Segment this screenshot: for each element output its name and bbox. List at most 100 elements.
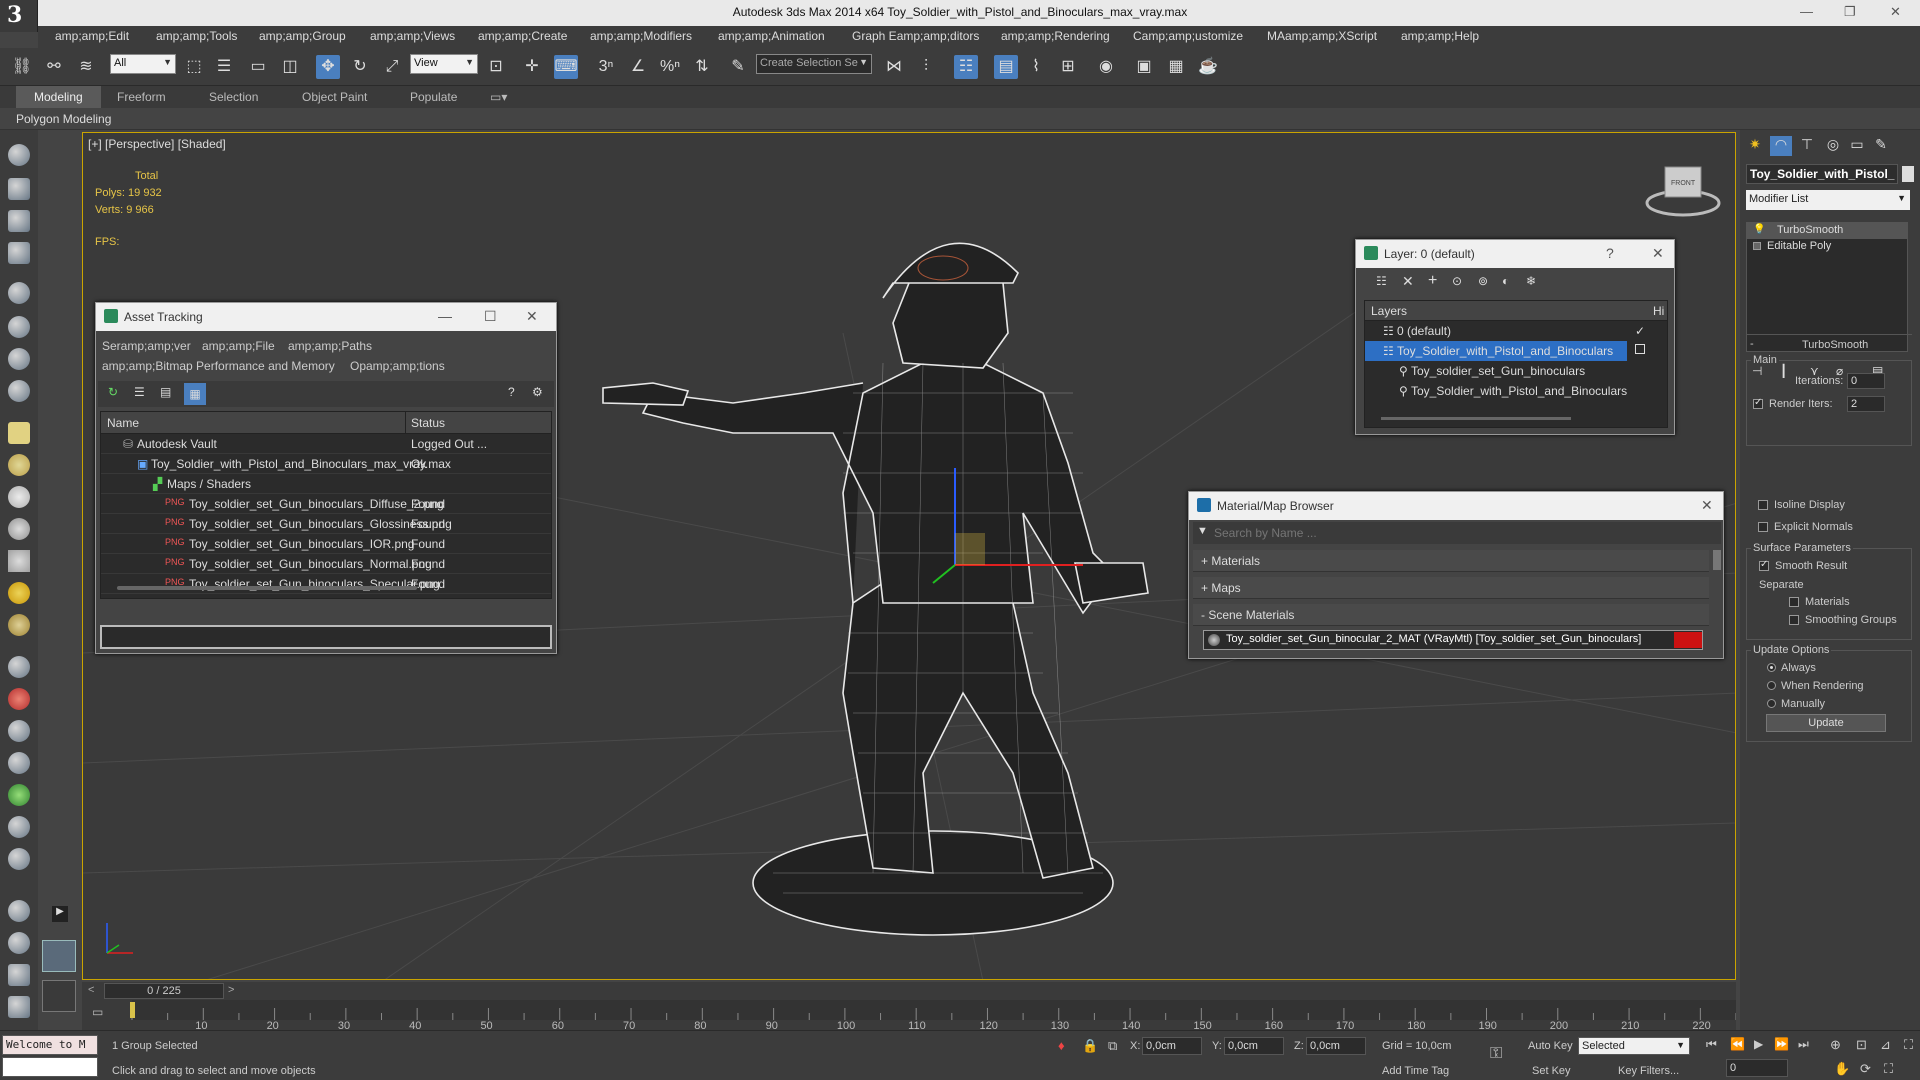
field-of-view-icon[interactable]: ⊿: [1880, 1037, 1891, 1053]
time-slider[interactable]: < 0 / 225 >: [82, 982, 1736, 1000]
collapse-icon[interactable]: -: [1750, 338, 1754, 350]
prev-frame-icon[interactable]: <: [88, 984, 94, 996]
isolate-selection-icon[interactable]: ♦: [1058, 1038, 1065, 1053]
sun-icon[interactable]: [8, 582, 30, 604]
rendered-frame-window-icon[interactable]: ▦: [1164, 55, 1188, 79]
menu-customize[interactable]: Camp;amp;ustomize: [1133, 29, 1243, 43]
hide-toggle-icon[interactable]: [1635, 344, 1645, 354]
delete-layer-icon[interactable]: ✕: [1402, 273, 1414, 290]
sphere-icon[interactable]: [8, 486, 30, 508]
list-view-icon[interactable]: ☰: [134, 385, 145, 399]
zoom-icon[interactable]: ⊕: [1830, 1037, 1841, 1053]
current-frame-field[interactable]: 0: [1726, 1059, 1788, 1077]
y-coord-field[interactable]: 0,0cm: [1224, 1037, 1284, 1055]
align-icon[interactable]: ⫶: [914, 55, 938, 79]
bind-space-warp-icon[interactable]: ≋: [74, 55, 98, 79]
maximize-icon[interactable]: ☐: [484, 308, 497, 325]
play-icon[interactable]: ▶: [1754, 1037, 1763, 1051]
isoline-display-checkbox[interactable]: [1758, 500, 1768, 510]
close-icon[interactable]: ✕: [1701, 497, 1713, 514]
pivot-center-icon[interactable]: ⊡: [484, 55, 508, 79]
keyboard-shortcut-override-icon[interactable]: ⌨: [554, 55, 578, 79]
layer-row[interactable]: ☷ 0 (default) ✓: [1365, 321, 1667, 341]
materials-section[interactable]: + Materials: [1193, 550, 1709, 572]
table-row[interactable]: ▣ Toy_Soldier_with_Pistol_and_Binoculars_…: [101, 454, 551, 474]
selection-filter-dropdown[interactable]: All ▼: [110, 54, 176, 74]
menu-graph-editors[interactable]: Graph Eamp;amp;ditors: [852, 29, 979, 43]
render-setup-icon[interactable]: ▣: [1132, 55, 1156, 79]
x-coord-field[interactable]: 0,0cm: [1142, 1037, 1202, 1055]
explicit-normals-checkbox[interactable]: [1758, 522, 1768, 532]
table-row[interactable]: ⛁ Autodesk Vault Logged Out ...: [101, 434, 551, 454]
add-selection-icon[interactable]: +: [1428, 272, 1437, 290]
tool-icon-21[interactable]: [8, 816, 30, 838]
polygon-modeling-label[interactable]: Polygon Modeling: [16, 112, 111, 126]
close-icon[interactable]: ✕: [526, 308, 538, 325]
tab-freeform[interactable]: Freeform: [117, 90, 166, 104]
mirror-icon[interactable]: ⋈: [882, 55, 906, 79]
tool-icon-1[interactable]: [8, 144, 30, 166]
maxscript-listener-mini[interactable]: Welcome to M: [2, 1035, 98, 1055]
key-filter-selection-dropdown[interactable]: Selected ▼: [1578, 1037, 1690, 1055]
z-coord-field[interactable]: 0,0cm: [1306, 1037, 1366, 1055]
torus-icon[interactable]: [8, 614, 30, 636]
light-bulb-icon[interactable]: 💡: [1753, 224, 1765, 235]
tool-icon-6[interactable]: [8, 316, 30, 338]
object-row[interactable]: ⚲ Toy_Soldier_with_Pistol_and_Binoculars: [1365, 381, 1667, 401]
help-icon[interactable]: ?: [508, 385, 515, 399]
asset-menu-server[interactable]: Seramp;amp;ver: [102, 339, 191, 353]
display-tab-icon[interactable]: ▭: [1846, 136, 1868, 156]
modifier-stack-item[interactable]: Editable Poly: [1747, 239, 1907, 255]
table-view-icon[interactable]: ▦: [184, 383, 206, 405]
asset-menu-paths[interactable]: amp;amp;Paths: [288, 339, 372, 353]
scene-explorer-icon[interactable]: ▤: [994, 55, 1018, 79]
tool-icon-23[interactable]: [8, 900, 30, 922]
modifier-stack-item[interactable]: 💡 TurboSmooth: [1747, 223, 1907, 239]
tool-icon-18[interactable]: [8, 720, 30, 742]
menu-modifiers[interactable]: amp;amp;Modifiers: [590, 29, 692, 43]
tree-view-icon[interactable]: ▤: [160, 385, 171, 399]
search-options-icon[interactable]: ▼: [1197, 525, 1208, 537]
spinner-snap-icon[interactable]: ⇅: [690, 55, 714, 79]
percent-snap-icon[interactable]: %ⁿ: [658, 55, 682, 79]
update-when-rendering-radio[interactable]: [1767, 681, 1776, 690]
named-selection-set-field[interactable]: Create Selection Se ▼: [756, 54, 872, 74]
render-production-icon[interactable]: ☕: [1196, 55, 1220, 79]
material-browser-titlebar[interactable]: Material/Map Browser ✕: [1189, 492, 1723, 520]
motion-tab-icon[interactable]: ◎: [1822, 136, 1844, 156]
object-color-swatch[interactable]: [1902, 166, 1914, 182]
ribbon-options-icon[interactable]: ▭▾: [490, 90, 507, 104]
tool-icon-22[interactable]: [8, 848, 30, 870]
column-layers-header[interactable]: Layers: [1371, 304, 1407, 318]
scale-icon[interactable]: ⤢: [380, 55, 404, 79]
window-crossing-icon[interactable]: ◫: [278, 55, 302, 79]
update-always-radio[interactable]: [1767, 663, 1776, 672]
highlight-selected-icon[interactable]: ⊚: [1478, 274, 1488, 288]
layer-manager-icon[interactable]: ☷: [954, 55, 978, 79]
utilities-tab-icon[interactable]: ✎: [1870, 136, 1892, 156]
object-name-field[interactable]: Toy_Soldier_with_Pistol_: [1746, 164, 1898, 184]
unlink-icon[interactable]: ⚯: [42, 55, 66, 79]
asset-path-input[interactable]: [100, 625, 552, 649]
menu-rendering[interactable]: amp;amp;Rendering: [1001, 29, 1110, 43]
rotate-icon[interactable]: ↻: [348, 55, 372, 79]
select-object-icon[interactable]: ⬚: [182, 55, 206, 79]
tool-icon-16[interactable]: [8, 656, 30, 678]
track-bar[interactable]: ▭ 10 20 30 40 50 60 70 80 90 100 110 120 130 140 150 16…: [82, 1000, 1736, 1032]
asset-tracking-titlebar[interactable]: Asset Tracking — ☐ ✕: [96, 303, 556, 331]
tool-icon-17[interactable]: [8, 688, 30, 710]
modifier-list-dropdown[interactable]: Modifier List ▼: [1746, 190, 1910, 210]
help-button[interactable]: ?: [1606, 245, 1614, 261]
snap-3d-icon[interactable]: 3ⁿ: [594, 55, 618, 79]
tab-populate[interactable]: Populate: [410, 90, 457, 104]
separate-materials-checkbox[interactable]: [1789, 597, 1799, 607]
menu-maxscript[interactable]: MAamp;amp;XScript: [1267, 29, 1377, 43]
turbosmooth-rollout-header[interactable]: - TurboSmooth: [1746, 334, 1912, 354]
table-row[interactable]: PNG Toy_soldier_set_Gun_binoculars_Glossi…: [101, 514, 551, 534]
hemisphere-icon[interactable]: [8, 454, 30, 476]
layer-manager-titlebar[interactable]: Layer: 0 (default) ? ✕: [1356, 240, 1674, 268]
select-manipulate-icon[interactable]: ✛: [520, 55, 544, 79]
material-list-item[interactable]: Toy_soldier_set_Gun_binocular_2_MAT (VRa…: [1203, 630, 1703, 650]
layers-icon[interactable]: ☷: [1376, 274, 1387, 288]
render-iters-checkbox[interactable]: [1753, 397, 1763, 409]
